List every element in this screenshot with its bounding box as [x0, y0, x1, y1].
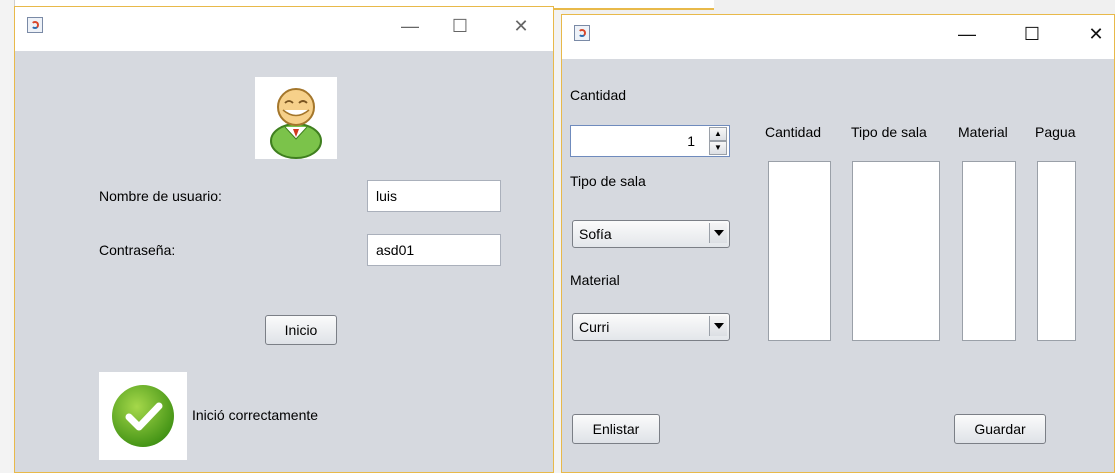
tipo-select[interactable]: Sofía — [572, 220, 730, 248]
chevron-down-icon[interactable] — [709, 223, 727, 243]
username-label: Nombre de usuario: — [99, 188, 222, 204]
tipo-selected: Sofía — [579, 226, 612, 242]
password-field[interactable]: asd01 — [367, 234, 501, 266]
material-label: Material — [570, 272, 620, 288]
maximize-button[interactable]: ☐ — [440, 13, 480, 39]
background-ide-left — [0, 0, 15, 473]
login-button[interactable]: Inicio — [265, 315, 337, 345]
minimize-button[interactable]: — — [947, 21, 987, 47]
material-list[interactable] — [962, 161, 1016, 341]
chevron-down-icon[interactable] — [709, 316, 727, 336]
column-header-pagua: Pagua — [1035, 124, 1076, 140]
guardar-button[interactable]: Guardar — [954, 414, 1046, 444]
enlistar-button[interactable]: Enlistar — [572, 414, 660, 444]
column-header-cantidad: Cantidad — [765, 124, 822, 140]
user-avatar-icon — [255, 77, 337, 159]
order-titlebar[interactable]: — ☐ ✕ — [562, 15, 1114, 59]
pagua-list[interactable] — [1037, 161, 1076, 341]
java-app-icon — [574, 25, 590, 41]
cantidad-spinner[interactable]: 1 ▲ ▼ — [570, 125, 730, 157]
java-app-icon — [27, 17, 43, 33]
order-window: — ☐ ✕ Cantidad 1 ▲ ▼ Tipo de sala Sofía … — [561, 14, 1115, 473]
material-selected: Curri — [579, 319, 610, 335]
cantidad-value: 1 — [687, 133, 695, 149]
close-button[interactable]: ✕ — [501, 13, 541, 39]
cantidad-label: Cantidad — [570, 87, 627, 103]
login-titlebar[interactable]: — ☐ ✕ — [15, 7, 553, 51]
spinner-up-button[interactable]: ▲ — [709, 127, 727, 141]
minimize-button[interactable]: — — [390, 13, 430, 39]
cantidad-list[interactable] — [768, 161, 831, 341]
tipo-label: Tipo de sala — [570, 173, 646, 189]
green-check-icon — [99, 372, 187, 460]
spinner-down-button[interactable]: ▼ — [709, 141, 727, 155]
column-header-material: Material — [958, 124, 1008, 140]
status-message: Inició correctamente — [192, 407, 319, 423]
password-label: Contraseña: — [99, 242, 176, 258]
material-select[interactable]: Curri — [572, 313, 730, 341]
username-field[interactable]: luis — [367, 180, 501, 212]
tipo-list[interactable] — [852, 161, 940, 341]
close-button[interactable]: ✕ — [1076, 21, 1115, 47]
login-window: — ☐ ✕ Nombre de usuario: luis Contraseña… — [14, 6, 554, 473]
maximize-button[interactable]: ☐ — [1012, 21, 1052, 47]
column-header-tipo: Tipo de sala — [851, 124, 927, 140]
